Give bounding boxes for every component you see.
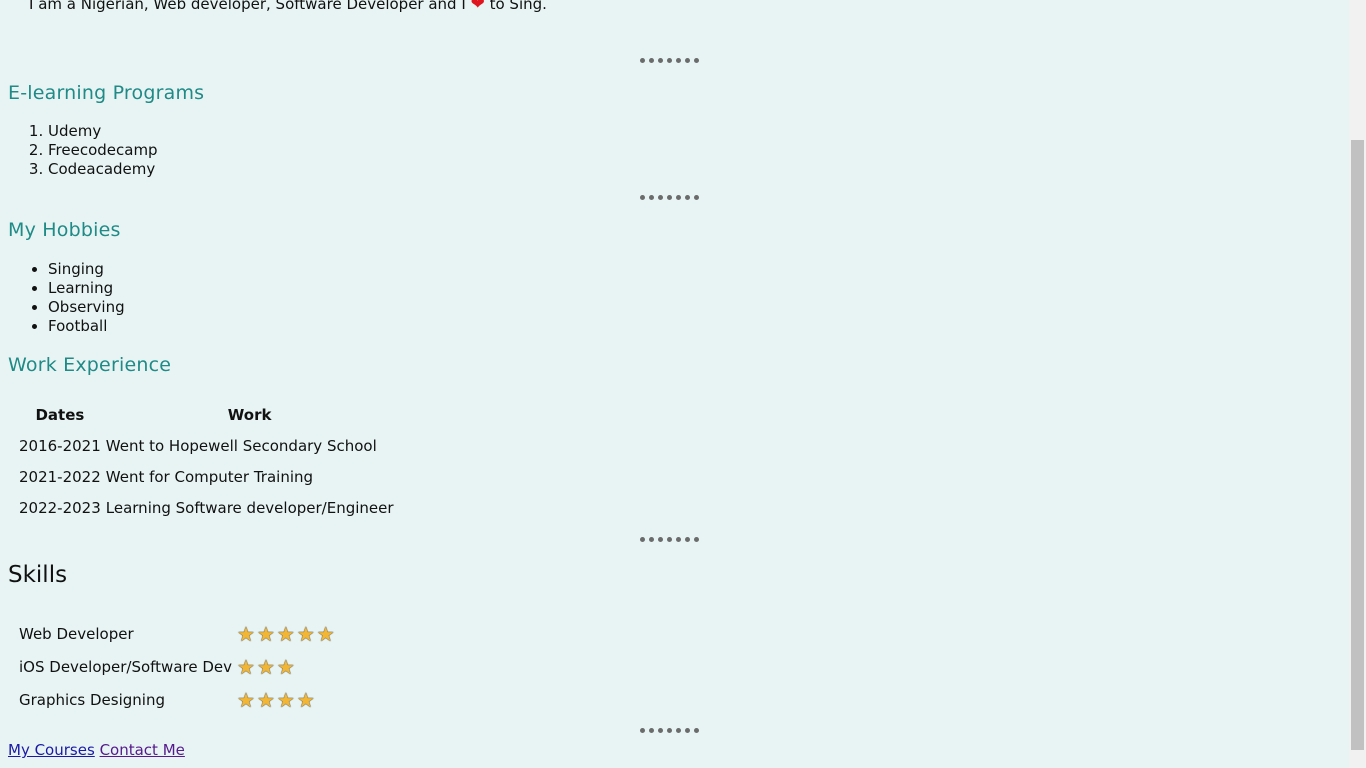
skill-rating: ★ ★ ★ ★ ★ (237, 624, 335, 644)
work-description: Went to Hopewell Secondary School (105, 436, 377, 455)
list-item: Football (48, 317, 125, 336)
list-item: Udemy (48, 122, 158, 141)
hobbies-heading: My Hobbies (8, 219, 121, 241)
skills-heading: Skills (8, 562, 68, 588)
star-icon: ★ (316, 621, 335, 646)
elearning-heading: E-learning Programs (8, 82, 205, 104)
skill-name: Web Developer (19, 624, 134, 643)
list-item: Observing (48, 298, 125, 317)
intro-text-before: I am a Nigerian, Web developer, Software… (29, 0, 466, 13)
table-row: iOS Developer/Software Dev ★ ★ ★ (19, 650, 335, 683)
list-item: Codeacademy (48, 160, 158, 179)
star-icon: ★ (237, 621, 255, 646)
star-icon: ★ (256, 654, 275, 679)
table-row: 2016-2021 Went to Hopewell Secondary Sch… (19, 430, 394, 461)
scrollbar-thumb[interactable] (1351, 140, 1364, 750)
skills-table: Web Developer ★ ★ ★ ★ ★ iOS Developer/Softwa… (14, 617, 340, 716)
star-icon: ★ (276, 687, 295, 712)
contact-me-link[interactable]: Contact Me (100, 741, 185, 759)
work-dates: 2021-2022 (19, 467, 101, 486)
column-header-work: Work (227, 406, 272, 424)
work-dates: 2022-2023 (19, 498, 101, 517)
work-heading: Work Experience (8, 354, 172, 376)
table-row: Graphics Designing ★ ★ ★ ★ (19, 683, 335, 716)
star-icon: ★ (256, 621, 275, 646)
star-icon: ★ (237, 687, 255, 712)
work-description: Learning Software developer/Engineer (105, 498, 394, 517)
skill-rating: ★ ★ ★ ★ (237, 690, 335, 710)
work-description: Went for Computer Training (105, 467, 314, 486)
table-row: Web Developer ★ ★ ★ ★ ★ (19, 617, 335, 650)
work-dates: 2016-2021 (19, 436, 101, 455)
intro-text: I am a Nigerian, Web developer, Software… (29, 0, 547, 14)
footer-links: My Courses Contact Me (8, 741, 185, 759)
table-row: 2022-2023 Learning Software developer/En… (19, 492, 394, 523)
my-courses-link[interactable]: My Courses (8, 741, 95, 759)
hobbies-list: Singing Learning Observing Football (8, 260, 125, 336)
list-item: Learning (48, 279, 125, 298)
star-icon: ★ (237, 654, 255, 679)
dot-divider (640, 537, 712, 543)
skill-name: Graphics Designing (19, 690, 165, 709)
dot-divider (640, 728, 712, 734)
list-item: Singing (48, 260, 125, 279)
table-row: 2021-2022 Went for Computer Training (19, 461, 394, 492)
skill-name: iOS Developer/Software Dev (19, 657, 233, 676)
heart-icon: ❤ (470, 0, 485, 14)
star-icon: ★ (276, 654, 295, 679)
work-table: Dates Work 2016-2021 Went to Hopewell Se… (14, 400, 399, 523)
intro-text-after: to Sing. (489, 0, 547, 13)
column-header-dates: Dates (35, 406, 85, 424)
skill-rating: ★ ★ ★ (237, 657, 335, 677)
star-icon: ★ (276, 621, 295, 646)
vertical-scrollbar[interactable] (1349, 0, 1366, 768)
list-item: Freecodecamp (48, 141, 158, 160)
star-icon: ★ (256, 687, 275, 712)
dot-divider (640, 195, 712, 201)
page: I am a Nigerian, Web developer, Software… (0, 0, 1349, 768)
star-icon: ★ (296, 687, 315, 712)
table-header-row: Dates Work (19, 400, 394, 430)
star-icon: ★ (296, 621, 315, 646)
dot-divider (640, 58, 712, 64)
elearning-list: Udemy Freecodecamp Codeacademy (8, 122, 158, 179)
